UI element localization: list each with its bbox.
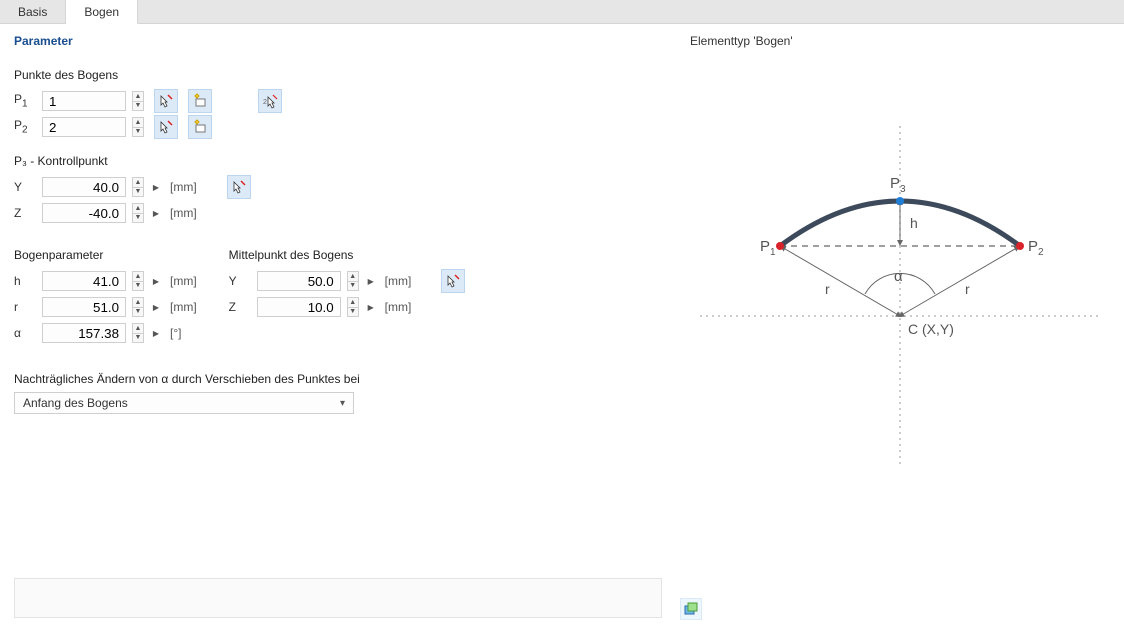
y-input[interactable] [42, 177, 126, 197]
alpha-diagram-label: α [894, 268, 903, 285]
alpha-spinner[interactable]: ▲▼ [132, 323, 144, 343]
r2-diagram-label: r [965, 281, 970, 297]
cy-spinner[interactable]: ▲▼ [347, 271, 359, 291]
tab-bar: Basis Bogen [0, 0, 1124, 24]
tab-basis-label: Basis [18, 5, 47, 19]
tab-basis[interactable]: Basis [0, 0, 66, 23]
r1-diagram-label: r [825, 281, 830, 297]
r-spinner[interactable]: ▲▼ [132, 297, 144, 317]
c-diagram-label: C (X,Y) [908, 321, 954, 337]
alpha-label: α [14, 326, 36, 340]
r-unit: [mm] [170, 300, 197, 314]
change-select[interactable]: Anfang des Bogens ▾ [14, 392, 354, 414]
chevron-down-icon: ▾ [340, 398, 345, 409]
alpha-input[interactable] [42, 323, 126, 343]
cy-label: Y [229, 274, 251, 288]
z-arrow-button[interactable]: ▶ [150, 203, 162, 223]
cz-arrow-button[interactable]: ▶ [365, 297, 377, 317]
p1-input[interactable] [42, 91, 126, 111]
change-section-label: Nachträgliches Ändern von α durch Versch… [14, 372, 662, 386]
y-arrow-button[interactable]: ▶ [150, 177, 162, 197]
h-unit: [mm] [170, 274, 197, 288]
y-unit: [mm] [170, 180, 197, 194]
cy-input[interactable] [257, 271, 341, 291]
h-spinner[interactable]: ▲▼ [132, 271, 144, 291]
cy-unit: [mm] [385, 274, 412, 288]
cy-arrow-button[interactable]: ▶ [365, 271, 377, 291]
panel-title: Parameter [14, 34, 662, 48]
z-label: Z [14, 206, 36, 220]
center-section-label: Mittelpunkt des Bogens [229, 248, 466, 262]
p1-label: P1 [14, 92, 36, 109]
diagram-settings-button[interactable] [680, 598, 702, 620]
p1-diagram-label: P1 [760, 238, 776, 258]
y-spinner[interactable]: ▲▼ [132, 177, 144, 197]
bottom-strip [14, 578, 662, 618]
tab-bogen[interactable]: Bogen [66, 0, 138, 24]
r-arrow-button[interactable]: ▶ [150, 297, 162, 317]
tab-bogen-label: Bogen [84, 5, 119, 19]
h-label: h [14, 274, 36, 288]
control-section-label: P₃ - Kontrollpunkt [14, 154, 662, 168]
r-input[interactable] [42, 297, 126, 317]
new-point-p2-button[interactable] [188, 115, 212, 139]
h-diagram-label: h [910, 215, 918, 231]
p1-spinner[interactable]: ▲▼ [132, 91, 144, 111]
cz-label: Z [229, 300, 251, 314]
diagram-panel: Elementtyp 'Bogen' [676, 24, 1124, 628]
z-spinner[interactable]: ▲▼ [132, 203, 144, 223]
points-section-label: Punkte des Bogens [14, 68, 662, 82]
cz-spinner[interactable]: ▲▼ [347, 297, 359, 317]
p2-input[interactable] [42, 117, 126, 137]
parameter-panel: Parameter Punkte des Bogens P1 ▲▼ 2 P2 ▲… [0, 24, 676, 628]
z-input[interactable] [42, 203, 126, 223]
p2-diagram-label: P2 [1028, 238, 1044, 258]
cz-unit: [mm] [385, 300, 412, 314]
cz-input[interactable] [257, 297, 341, 317]
alpha-arrow-button[interactable]: ▶ [150, 323, 162, 343]
r-label: r [14, 300, 36, 314]
svg-text:2: 2 [263, 99, 267, 106]
pick-point-p2-button[interactable] [154, 115, 178, 139]
pick-control-button[interactable] [227, 175, 251, 199]
two-points-button[interactable]: 2 [258, 89, 282, 113]
new-point-p1-button[interactable] [188, 89, 212, 113]
pick-center-button[interactable] [441, 269, 465, 293]
arc-diagram: P1 P2 P3 h r r α C (X,Y) [690, 56, 1110, 476]
arcparam-section-label: Bogenparameter [14, 248, 197, 262]
change-select-value: Anfang des Bogens [23, 396, 128, 410]
p2-spinner[interactable]: ▲▼ [132, 117, 144, 137]
alpha-unit: [°] [170, 326, 181, 340]
h-input[interactable] [42, 271, 126, 291]
pick-point-p1-button[interactable] [154, 89, 178, 113]
diagram-title: Elementtyp 'Bogen' [690, 34, 1110, 48]
p3-diagram-label: P3 [890, 175, 906, 195]
z-unit: [mm] [170, 206, 197, 220]
h-arrow-button[interactable]: ▶ [150, 271, 162, 291]
y-label: Y [14, 180, 36, 194]
p2-label: P2 [14, 118, 36, 135]
